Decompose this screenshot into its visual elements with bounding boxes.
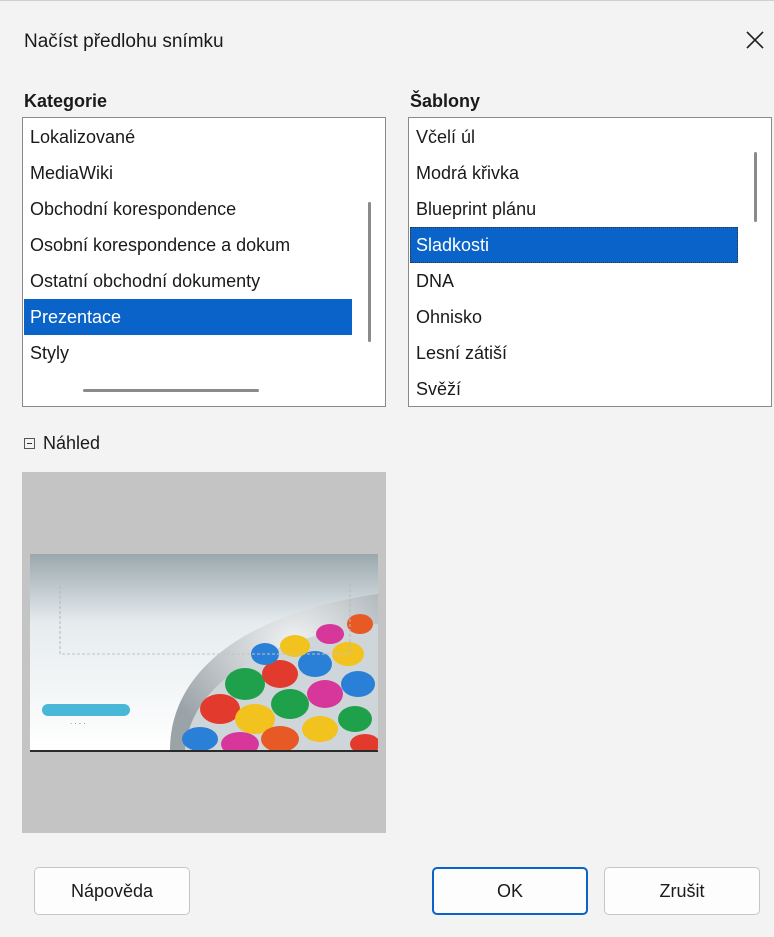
collapse-minus-icon[interactable] <box>24 438 35 449</box>
template-item[interactable]: Lesní zátiší <box>410 335 738 371</box>
preview-label: Náhled <box>43 433 101 453</box>
preview-area: . . . . <box>22 472 386 833</box>
category-item[interactable]: Osobní korespondence a dokum <box>24 227 352 263</box>
templates-listbox[interactable]: Včelí úl Modrá křivka Blueprint plánu Sl… <box>408 117 772 407</box>
dialog-title: Načíst předlohu snímku <box>24 31 224 52</box>
template-item[interactable]: Svěží <box>410 371 738 406</box>
templates-label: Šablony <box>410 91 481 111</box>
svg-text:. . . .: . . . . <box>70 717 86 726</box>
template-item-selected[interactable]: Sladkosti <box>410 227 738 263</box>
template-item[interactable]: Blueprint plánu <box>410 191 738 227</box>
category-item[interactable]: MediaWiki <box>24 155 352 191</box>
close-icon[interactable] <box>744 29 766 51</box>
categories-horizontal-scrollbar[interactable] <box>83 389 259 392</box>
category-item[interactable]: Ostatní obchodní dokumenty <box>24 263 352 299</box>
template-item[interactable]: Modrá křivka <box>410 155 738 191</box>
title-bar: Načíst předlohu snímku <box>0 1 774 87</box>
categories-label: Kategorie <box>24 91 108 111</box>
help-button[interactable]: Nápověda <box>34 867 190 915</box>
template-item[interactable]: Včelí úl <box>410 119 738 155</box>
ok-button[interactable]: OK <box>432 867 588 915</box>
templates-vertical-scrollbar[interactable] <box>754 152 757 222</box>
categories-listbox[interactable]: Lokalizované MediaWiki Obchodní korespon… <box>22 117 386 407</box>
categories-vertical-scrollbar[interactable] <box>368 202 371 342</box>
preview-toggle[interactable]: Náhled <box>24 433 100 454</box>
candy-bowl-image: . . . . <box>30 554 378 750</box>
load-slide-design-dialog: Načíst předlohu snímku Kategorie Lokaliz… <box>0 0 774 937</box>
slide-thumbnail: . . . . <box>30 554 378 752</box>
template-item[interactable]: DNA <box>410 263 738 299</box>
category-item[interactable]: Styly <box>24 335 352 371</box>
category-item[interactable]: Lokalizované <box>24 119 352 155</box>
template-item[interactable]: Ohnisko <box>410 299 738 335</box>
category-item-selected[interactable]: Prezentace <box>24 299 352 335</box>
category-item[interactable]: Obchodní korespondence <box>24 191 352 227</box>
cancel-button[interactable]: Zrušit <box>604 867 760 915</box>
